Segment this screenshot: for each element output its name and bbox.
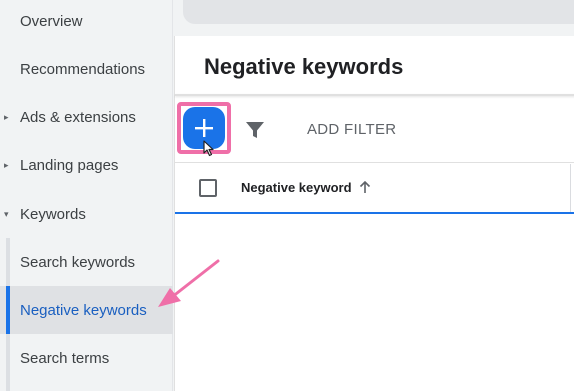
mouse-cursor-icon [203, 140, 214, 157]
sidebar-item-label: Ads & extensions [20, 108, 136, 126]
sidebar-item-label: Landing pages [20, 156, 119, 174]
sidebar-item-overview[interactable]: Overview [0, 3, 173, 39]
filter-icon[interactable] [245, 120, 265, 140]
sidebar-item-label: Search keywords [20, 253, 136, 271]
top-search-bar[interactable] [183, 0, 574, 24]
sidebar-item-label: Negative keywords [20, 301, 147, 319]
toolbar-divider [175, 162, 574, 163]
sidebar: Overview Recommendations ▸ Ads & extensi… [0, 0, 173, 391]
select-all-checkbox[interactable] [199, 179, 217, 197]
plus-icon [195, 119, 213, 137]
column-header-negative-keyword[interactable]: Negative keyword [241, 180, 371, 195]
column-divider [570, 164, 571, 214]
caret-right-icon: ▸ [4, 159, 9, 170]
sidebar-subitem-negative-keywords[interactable]: Negative keywords [0, 286, 173, 334]
caret-right-icon: ▸ [4, 111, 9, 122]
page-title: Negative keywords [204, 54, 404, 79]
sidebar-item-label: Overview [20, 12, 83, 30]
annotation-arrow-icon [158, 259, 220, 307]
sidebar-subitem-search-keywords[interactable]: Search keywords [0, 244, 173, 280]
sidebar-item-label: Keywords [20, 205, 86, 223]
column-header-label: Negative keyword [241, 180, 352, 195]
sidebar-item-label: Recommendations [20, 60, 146, 78]
sidebar-item-label: Search terms [20, 349, 110, 367]
sidebar-item-keywords[interactable]: ▾ Keywords [0, 196, 173, 232]
table-header-underline [175, 212, 574, 214]
add-filter-button[interactable]: ADD FILTER [307, 121, 396, 138]
sidebar-subitem-search-terms[interactable]: Search terms [0, 340, 173, 376]
main-panel: Negative keywords ADD FILTER Negative ke… [174, 36, 574, 391]
sidebar-item-landing-pages[interactable]: ▸ Landing pages [0, 147, 173, 183]
title-divider [175, 94, 574, 96]
arrow-up-icon [359, 181, 371, 194]
caret-down-icon: ▾ [4, 208, 9, 219]
sidebar-item-ads-extensions[interactable]: ▸ Ads & extensions [0, 99, 173, 135]
sidebar-item-recommendations[interactable]: Recommendations [0, 51, 173, 87]
